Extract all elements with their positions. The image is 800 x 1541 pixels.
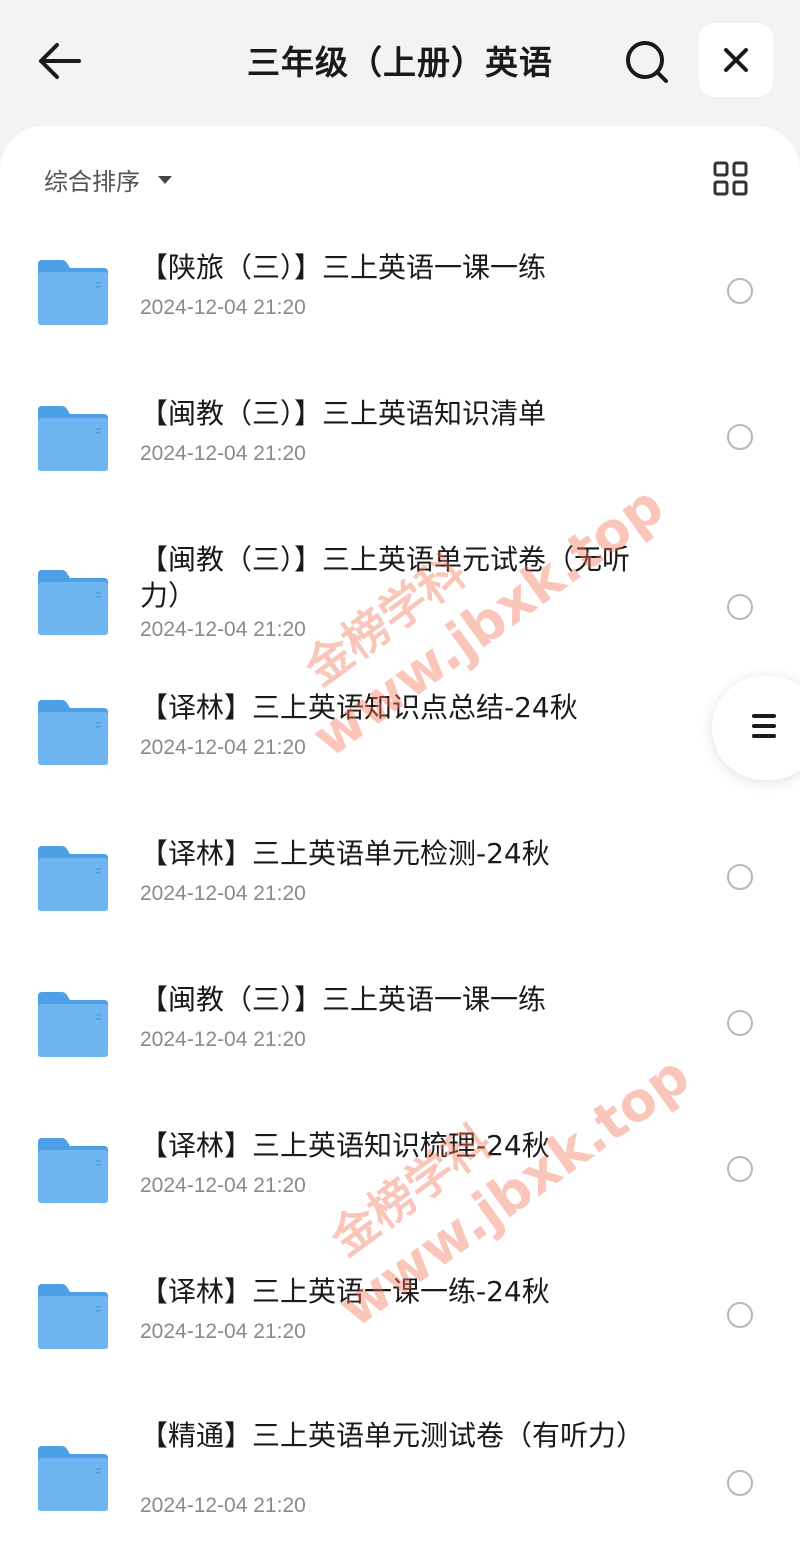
search-button[interactable] xyxy=(622,37,672,87)
file-list-item[interactable]: 【陕旅（三）】三上英语一课一练 2024-12-04 21:20 xyxy=(0,216,800,362)
folder-icon xyxy=(38,1138,108,1203)
close-button[interactable] xyxy=(699,23,773,97)
file-date: 2024-12-04 21:20 xyxy=(140,1320,306,1343)
file-list-item[interactable]: 【闽教（三）】三上英语单元试卷（无听力） 2024-12-04 21:20 xyxy=(0,506,800,652)
folder-icon xyxy=(38,846,108,911)
file-date: 2024-12-04 21:20 xyxy=(140,736,306,759)
view-toggle-button[interactable] xyxy=(712,160,750,198)
file-title: 【译林】三上英语单元检测-24秋 xyxy=(140,837,550,870)
folder-icon xyxy=(38,992,108,1057)
file-title: 【陕旅（三）】三上英语一课一练 xyxy=(140,251,547,284)
file-title: 【闽教（三）】三上英语知识清单 xyxy=(140,397,547,430)
file-list-item[interactable]: 【精通】三上英语单元测试卷（有听力） 2024-12-04 21:20 xyxy=(0,1382,800,1528)
select-radio[interactable] xyxy=(727,1156,753,1182)
select-radio[interactable] xyxy=(727,864,753,890)
file-title: 【译林】三上英语一课一练-24秋 xyxy=(140,1275,550,1308)
file-date: 2024-12-04 21:20 xyxy=(140,618,306,641)
select-radio[interactable] xyxy=(727,1302,753,1328)
folder-icon xyxy=(38,406,108,471)
menu-icon xyxy=(752,714,776,740)
file-date: 2024-12-04 21:20 xyxy=(140,1174,306,1197)
folder-icon xyxy=(38,700,108,765)
select-radio[interactable] xyxy=(727,278,753,304)
file-date: 2024-12-04 21:20 xyxy=(140,1494,306,1517)
file-title: 【译林】三上英语知识梳理-24秋 xyxy=(140,1129,550,1162)
folder-icon xyxy=(38,570,108,635)
select-radio[interactable] xyxy=(727,1470,753,1496)
file-list-item[interactable]: 【闽教（三）】三上英语知识清单 2024-12-04 21:20 xyxy=(0,362,800,508)
file-title: 【精通】三上英语单元测试卷（有听力） xyxy=(140,1419,645,1452)
select-radio[interactable] xyxy=(727,1010,753,1036)
file-list-item[interactable]: 【译林】三上英语一课一练-24秋 2024-12-04 21:20 xyxy=(0,1240,800,1386)
top-bar: 三年级（上册）英语 xyxy=(0,0,800,125)
file-title: 【译林】三上英语知识点总结-24秋 xyxy=(140,691,578,724)
sort-bar: 综合排序 xyxy=(0,126,800,226)
file-list-item[interactable]: 【闽教（三）】三上英语一课一练 2024-12-04 21:20 xyxy=(0,948,800,1094)
file-list-item[interactable]: 【译林】三上英语知识梳理-24秋 2024-12-04 21:20 xyxy=(0,1094,800,1240)
caret-down-icon xyxy=(158,175,172,184)
file-date: 2024-12-04 21:20 xyxy=(140,442,306,465)
grid-view-icon xyxy=(713,161,748,196)
file-list-item[interactable]: 【译林】三上英语知识点总结-24秋 2024-12-04 21:20 xyxy=(0,656,800,802)
close-icon xyxy=(724,48,748,72)
file-date: 2024-12-04 21:20 xyxy=(140,1028,306,1051)
search-icon xyxy=(626,41,668,83)
select-radio[interactable] xyxy=(727,424,753,450)
select-radio[interactable] xyxy=(727,594,753,620)
file-date: 2024-12-04 21:20 xyxy=(140,882,306,905)
folder-icon xyxy=(38,1284,108,1349)
page-title: 三年级（上册）英语 xyxy=(247,43,553,82)
file-title: 【闽教（三）】三上英语单元试卷（无听力） xyxy=(140,543,631,612)
sort-dropdown[interactable]: 综合排序 xyxy=(44,162,172,197)
file-date: 2024-12-04 21:20 xyxy=(140,296,306,319)
file-list-item[interactable]: 【译林】三上英语单元检测-24秋 2024-12-04 21:20 xyxy=(0,802,800,948)
folder-icon xyxy=(38,1446,108,1511)
folder-icon xyxy=(38,260,108,325)
sort-label: 综合排序 xyxy=(44,168,140,196)
file-title: 【闽教（三）】三上英语一课一练 xyxy=(140,983,547,1016)
